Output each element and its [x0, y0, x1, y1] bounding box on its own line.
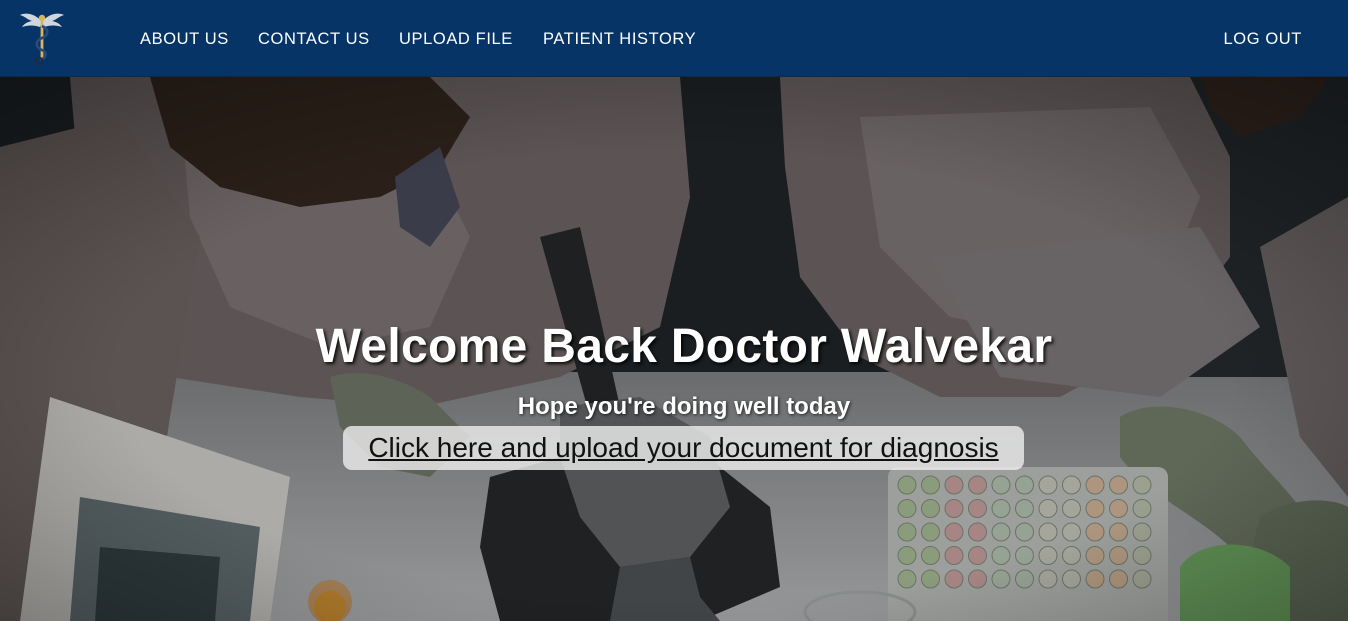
hero-section: Welcome Back Doctor Walvekar Hope you're…: [0, 77, 1348, 621]
nav-contact-us[interactable]: CONTACT US: [258, 30, 370, 49]
upload-document-link[interactable]: Click here and upload your document for …: [343, 426, 1024, 470]
welcome-subtitle: Hope you're doing well today: [517, 393, 851, 420]
top-navbar: ABOUT US CONTACT US UPLOAD FILE PATIENT …: [0, 0, 1348, 77]
welcome-heading: Welcome Back Doctor Walvekar: [315, 320, 1053, 373]
caduceus-wings-icon[interactable]: [18, 8, 66, 66]
logout-link[interactable]: LOG OUT: [1224, 30, 1302, 49]
nav-patient-history[interactable]: PATIENT HISTORY: [543, 30, 696, 49]
nav-upload-file[interactable]: UPLOAD FILE: [399, 30, 513, 49]
nav-about-us[interactable]: ABOUT US: [140, 30, 229, 49]
